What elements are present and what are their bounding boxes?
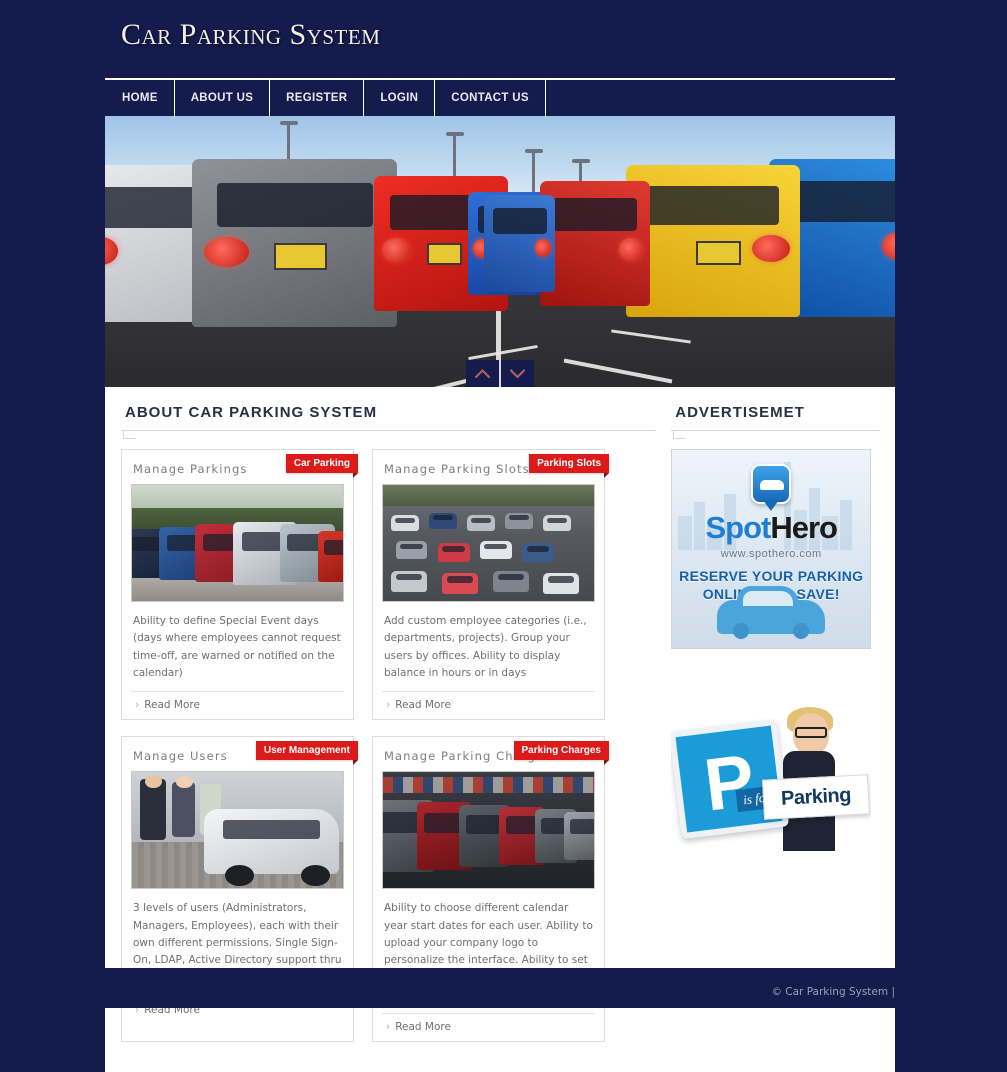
hero-next-button[interactable] <box>501 360 534 387</box>
spothero-logo-part1: Spot <box>705 510 771 545</box>
chevron-down-icon <box>510 369 525 378</box>
parking-word-card: Parking <box>762 774 871 820</box>
hero-image <box>105 116 895 387</box>
map-pin-car-icon <box>751 464 792 504</box>
card-image <box>382 771 595 890</box>
hero-prev-button[interactable] <box>466 360 499 387</box>
card-read-more-link[interactable]: › Read More <box>382 691 595 719</box>
ad-headline-line1: RESERVE YOUR PARKING <box>679 568 864 584</box>
card-description: Add custom employee categories (i.e., de… <box>384 615 587 679</box>
taillight-icon <box>882 231 895 260</box>
section-divider <box>671 430 879 439</box>
card-image <box>131 771 344 890</box>
hero-controls <box>466 360 534 387</box>
nav-item-home[interactable]: HOME <box>105 80 175 116</box>
site-footer: © Car Parking System | <box>0 968 1007 1008</box>
nav-item-login[interactable]: LOGIN <box>364 80 436 116</box>
hero-car <box>539 181 651 306</box>
sidebar: ADVERTISEMET SpotHero www.spothero.com R… <box>671 401 879 1042</box>
taillight-icon <box>619 238 644 261</box>
main-column: ABOUT CAR PARKING SYSTEM Car Parking Man… <box>121 401 656 1043</box>
card-read-more-label: Read More <box>395 1021 451 1034</box>
section-title-about: ABOUT CAR PARKING SYSTEM <box>125 404 378 421</box>
card-image <box>382 484 595 602</box>
taillight-icon <box>105 237 118 266</box>
glasses-icon <box>795 727 828 738</box>
hero-slider <box>105 116 895 387</box>
card-ribbon: Parking Slots <box>529 454 609 478</box>
chevron-right-icon: › <box>386 699 391 712</box>
blue-car-icon <box>717 586 826 639</box>
footer-copyright: © Car Parking System | <box>771 986 895 998</box>
spothero-logo-part2: Hero <box>770 510 838 545</box>
chevron-up-icon <box>475 369 490 378</box>
license-plate <box>427 243 463 266</box>
license-plate <box>695 240 742 265</box>
hero-car <box>191 159 398 328</box>
spothero-logo: SpotHero <box>672 510 870 546</box>
card-image <box>131 484 344 602</box>
parking-word-label: Parking <box>780 783 852 810</box>
feature-card-grid: Car Parking Manage Parkings Ability to d… <box>121 449 655 1043</box>
hero-car <box>626 164 801 317</box>
page-container: Car Parking System HOME ABOUT US REGISTE… <box>105 0 895 1072</box>
card-ribbon: Parking Charges <box>513 741 610 766</box>
taillight-icon <box>751 234 790 262</box>
section-divider <box>121 430 656 439</box>
card-read-more-label: Read More <box>144 699 200 712</box>
site-header: Car Parking System <box>105 0 895 78</box>
card-read-more-link[interactable]: › Read More <box>382 1013 595 1041</box>
nav-item-about-us[interactable]: ABOUT US <box>175 80 271 116</box>
hero-car <box>484 194 556 293</box>
feature-card-manage-parking-slots[interactable]: Parking Slots Manage Parking Slots Add c… <box>372 449 609 721</box>
license-plate <box>274 243 328 271</box>
chevron-right-icon: › <box>135 699 140 712</box>
nav-item-register[interactable]: REGISTER <box>270 80 365 116</box>
advertisement-spothero[interactable]: SpotHero www.spothero.com RESERVE YOUR P… <box>671 449 872 649</box>
card-description: Ability to define Special Event days (da… <box>133 615 341 679</box>
card-read-more-link[interactable]: › Read More <box>131 691 344 719</box>
card-ribbon: Car Parking <box>285 454 359 478</box>
chevron-right-icon: › <box>386 1021 391 1034</box>
card-read-more-label: Read More <box>395 699 451 712</box>
card-ribbon: User Management <box>255 741 359 766</box>
spothero-url: www.spothero.com <box>720 548 822 560</box>
section-title-advertisement: ADVERTISEMET <box>675 404 805 421</box>
main-navigation: HOME ABOUT US REGISTER LOGIN CONTACT US <box>105 78 895 116</box>
taillight-icon <box>381 237 412 263</box>
advertisement-p-is-for-parking[interactable]: P is for... Parking <box>671 699 872 869</box>
feature-card-manage-parkings[interactable]: Car Parking Manage Parkings Ability to d… <box>121 449 359 721</box>
nav-item-contact-us[interactable]: CONTACT US <box>435 80 546 116</box>
taillight-icon <box>535 239 552 257</box>
page-title: Car Parking System <box>121 18 381 51</box>
taillight-icon <box>204 236 250 267</box>
light-pole-icon <box>524 148 543 195</box>
